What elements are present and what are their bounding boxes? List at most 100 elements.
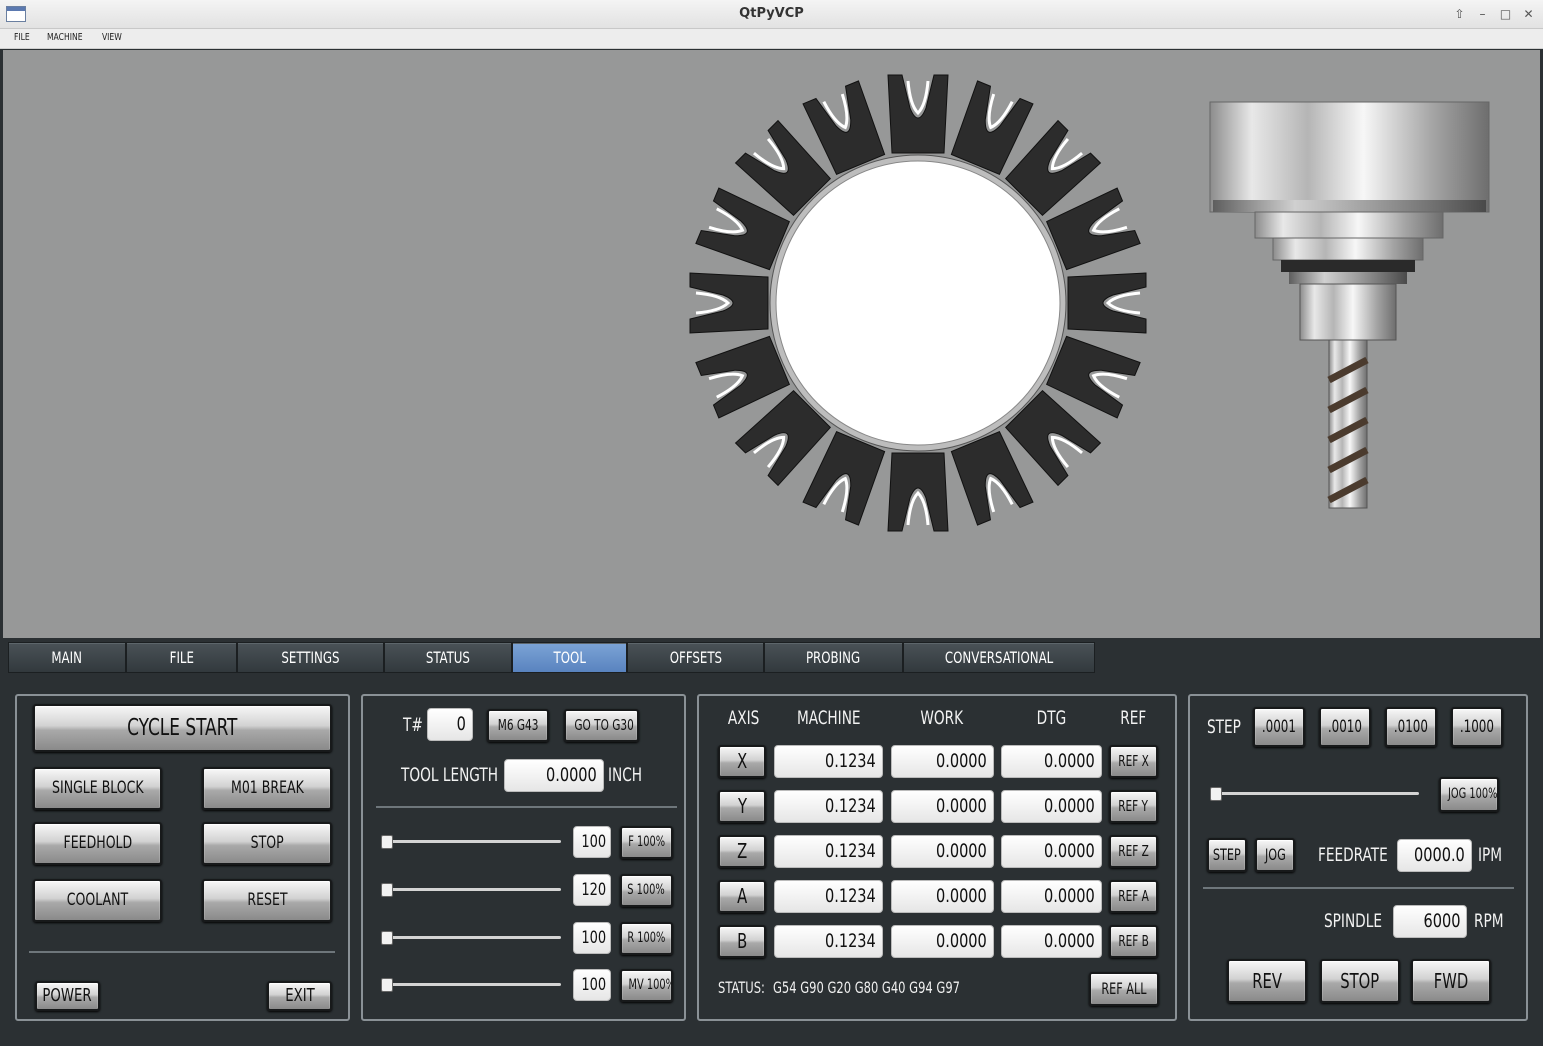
window-title: QtPyVCP bbox=[739, 6, 804, 21]
spindle-graphic bbox=[1209, 101, 1490, 509]
axis-b-button[interactable]: B bbox=[718, 925, 766, 958]
max-velocity-override-value: 100 bbox=[573, 969, 611, 1001]
axis-a-button[interactable]: A bbox=[718, 880, 766, 913]
stop-button[interactable]: STOP bbox=[202, 822, 332, 865]
menu-file[interactable]: FILE bbox=[8, 29, 36, 48]
spindle-override-slider[interactable] bbox=[381, 883, 561, 897]
ref-b-button[interactable]: REF B bbox=[1109, 925, 1158, 958]
axis-y-button[interactable]: Y bbox=[718, 790, 766, 823]
spindle-100-button[interactable]: S 100% bbox=[620, 874, 673, 907]
dtg-y-value: 0.0000 bbox=[1001, 790, 1102, 823]
feed-override-value: 100 bbox=[573, 826, 611, 858]
work-x-value: 0.0000 bbox=[891, 745, 994, 778]
tool-number-field[interactable]: 0 bbox=[427, 708, 473, 741]
menu-machine[interactable]: MACHINE bbox=[41, 29, 88, 48]
tool-carousel-viewport bbox=[3, 50, 1540, 638]
menu-view[interactable]: VIEW bbox=[96, 29, 128, 48]
step-0001-button[interactable]: .0001 bbox=[1253, 707, 1305, 747]
tab-main[interactable]: MAIN bbox=[8, 642, 126, 673]
spindle-unit: RPM bbox=[1474, 910, 1504, 932]
go-to-g30-button[interactable]: GO TO G30 bbox=[564, 709, 639, 742]
slider-handle[interactable] bbox=[1210, 787, 1222, 801]
jog-mode-button[interactable]: JOG bbox=[1255, 838, 1295, 872]
tab-tool[interactable]: TOOL bbox=[512, 642, 627, 673]
power-button[interactable]: POWER bbox=[35, 981, 100, 1011]
axis-header: AXIS bbox=[728, 707, 760, 729]
reset-button[interactable]: RESET bbox=[202, 879, 332, 922]
slider-handle[interactable] bbox=[381, 883, 393, 897]
work-b-value: 0.0000 bbox=[891, 925, 994, 958]
m01-break-button[interactable]: M01 BREAK bbox=[202, 767, 332, 810]
tab-bar: MAIN FILE SETTINGS STATUS TOOL OFFSETS P… bbox=[8, 642, 1095, 673]
single-block-button[interactable]: SINGLE BLOCK bbox=[33, 767, 162, 810]
step-0010-button[interactable]: .0010 bbox=[1319, 707, 1371, 747]
machine-z-value: 0.1234 bbox=[774, 835, 883, 868]
tab-file[interactable]: FILE bbox=[126, 642, 237, 673]
spindle-label: SPINDLE bbox=[1324, 910, 1382, 932]
dtg-x-value: 0.0000 bbox=[1001, 745, 1102, 778]
ref-y-button[interactable]: REF Y bbox=[1109, 790, 1158, 823]
exit-button[interactable]: EXIT bbox=[267, 981, 332, 1011]
tab-settings[interactable]: SETTINGS bbox=[237, 642, 384, 673]
maximize-icon[interactable]: □ bbox=[1495, 4, 1516, 25]
tool-number-label: T# bbox=[403, 714, 423, 736]
tab-probing[interactable]: PROBING bbox=[764, 642, 903, 673]
window-controls: ⇧ – □ ✕ bbox=[1449, 4, 1539, 25]
divider bbox=[376, 806, 677, 808]
feedrate-label: FEEDRATE bbox=[1318, 844, 1388, 866]
spindle-rpm-field[interactable]: 6000 bbox=[1393, 905, 1467, 938]
feed-override-slider[interactable] bbox=[381, 835, 561, 849]
spindle-stop-button[interactable]: STOP bbox=[1320, 959, 1400, 1003]
dtg-z-value: 0.0000 bbox=[1001, 835, 1102, 868]
jog-100-button[interactable]: JOG 100% bbox=[1439, 777, 1499, 812]
status-label: STATUS: bbox=[718, 978, 765, 997]
step-0100-button[interactable]: .0100 bbox=[1385, 707, 1437, 747]
rapid-override-slider[interactable] bbox=[381, 931, 561, 945]
active-gcodes: G54 G90 G20 G80 G40 G94 G97 bbox=[773, 978, 960, 997]
tab-status[interactable]: STATUS bbox=[384, 642, 512, 673]
step-mode-button[interactable]: STEP bbox=[1207, 838, 1247, 872]
jog-spindle-panel: STEP .0001 .0010 .0100 .1000 JOG 100% ST… bbox=[1188, 694, 1528, 1021]
coolant-button[interactable]: COOLANT bbox=[33, 879, 162, 922]
minimize-icon[interactable]: – bbox=[1472, 4, 1493, 25]
jog-speed-slider[interactable] bbox=[1210, 787, 1419, 801]
dtg-b-value: 0.0000 bbox=[1001, 925, 1102, 958]
slider-handle[interactable] bbox=[381, 835, 393, 849]
max-velocity-100-button[interactable]: MV 100% bbox=[620, 969, 673, 1002]
tab-offsets[interactable]: OFFSETS bbox=[627, 642, 764, 673]
ref-x-button[interactable]: REF X bbox=[1109, 745, 1158, 778]
tool-length-field[interactable]: 0.0000 bbox=[504, 759, 604, 792]
slider-handle[interactable] bbox=[381, 931, 393, 945]
slider-handle[interactable] bbox=[381, 978, 393, 992]
machine-control-panel: CYCLE START SINGLE BLOCK M01 BREAK FEEDH… bbox=[15, 694, 350, 1021]
close-icon[interactable]: ✕ bbox=[1518, 4, 1539, 25]
divider bbox=[29, 951, 335, 953]
divider bbox=[1203, 887, 1514, 889]
step-1000-button[interactable]: .1000 bbox=[1451, 707, 1503, 747]
ref-z-button[interactable]: REF Z bbox=[1109, 835, 1158, 868]
axis-x-button[interactable]: X bbox=[718, 745, 766, 778]
axis-z-button[interactable]: Z bbox=[718, 835, 766, 868]
restore-icon[interactable]: ⇧ bbox=[1449, 4, 1470, 25]
dtg-a-value: 0.0000 bbox=[1001, 880, 1102, 913]
rapid-100-button[interactable]: R 100% bbox=[620, 922, 673, 955]
feed-100-button[interactable]: F 100% bbox=[620, 826, 673, 859]
cycle-start-button[interactable]: CYCLE START bbox=[33, 704, 332, 752]
spindle-fwd-button[interactable]: FWD bbox=[1411, 959, 1491, 1003]
ref-header: REF bbox=[1119, 707, 1146, 729]
feedhold-button[interactable]: FEEDHOLD bbox=[33, 822, 162, 865]
carousel-graphic bbox=[688, 73, 1490, 533]
tool-length-unit: INCH bbox=[608, 764, 643, 786]
max-velocity-override-slider[interactable] bbox=[381, 978, 561, 992]
feedrate-unit: IPM bbox=[1478, 844, 1503, 866]
spindle-rev-button[interactable]: REV bbox=[1227, 959, 1307, 1003]
work-z-value: 0.0000 bbox=[891, 835, 994, 868]
ref-a-button[interactable]: REF A bbox=[1109, 880, 1158, 913]
tab-conversational[interactable]: CONVERSATIONAL bbox=[903, 642, 1095, 673]
m6-g43-button[interactable]: M6 G43 bbox=[487, 709, 549, 742]
machine-y-value: 0.1234 bbox=[774, 790, 883, 823]
feedrate-field[interactable]: 0000.0 bbox=[1397, 839, 1472, 872]
machine-header: MACHINE bbox=[797, 707, 861, 729]
ref-all-button[interactable]: REF ALL bbox=[1089, 972, 1159, 1006]
machine-b-value: 0.1234 bbox=[774, 925, 883, 958]
